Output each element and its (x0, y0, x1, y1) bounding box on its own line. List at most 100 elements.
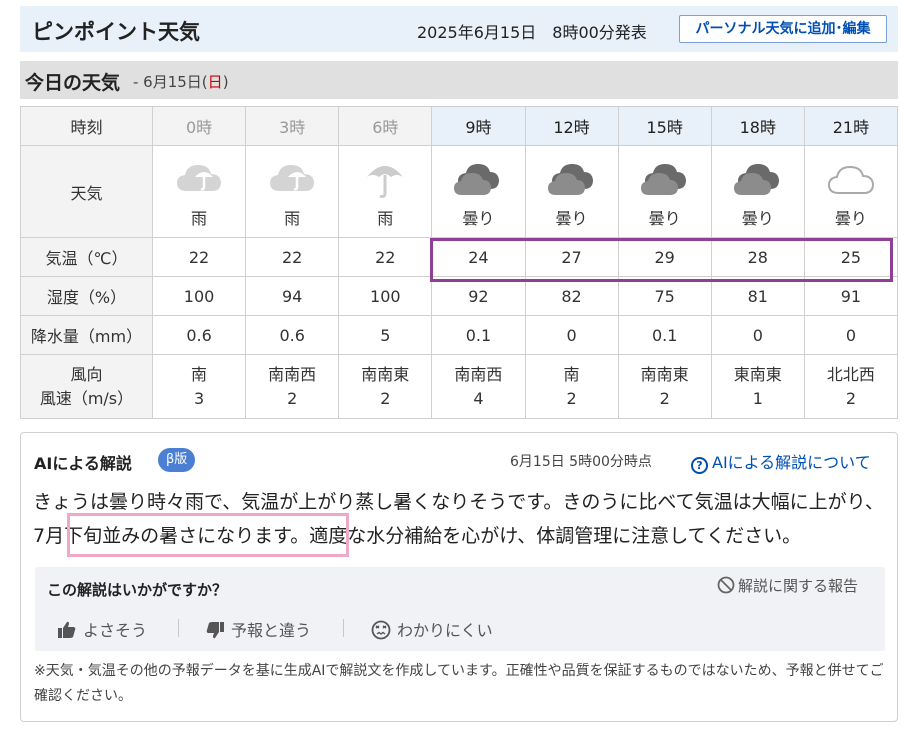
thumbs-up-icon (58, 621, 76, 638)
temperature-cell: 22 (245, 237, 340, 277)
weather-cell: 雨 (338, 145, 433, 238)
weather-label: 曇り (834, 208, 867, 228)
temperature-cell: 24 (431, 237, 526, 277)
wind-cell: 南南西 4 (431, 354, 526, 419)
wind-cell: 南南東 2 (617, 354, 712, 419)
double-cloud-icon (526, 155, 618, 201)
time-row: 時刻 0時 3時 6時 9時 12時 15時 18時 21時 (20, 106, 899, 146)
published-time: 2025年6月15日 8時00分発表 (417, 23, 647, 42)
today-title: 今日の天気 (25, 72, 121, 94)
wind-speed: 2 (287, 388, 298, 408)
weather-label: 曇り (648, 208, 681, 228)
row-label-humidity: 湿度（%） (20, 276, 153, 316)
ai-title: AIによる解説 (34, 454, 132, 473)
rain-row: 降水量（mm） 0.6 0.6 5 0.1 0 0.1 0 0 (20, 315, 899, 355)
time-cell: 6時 (338, 106, 433, 146)
page-title: ピンポイント天気 (32, 20, 200, 44)
wind-direction: 南 (563, 364, 580, 384)
ai-commentary-text: きょうは曇り時々雨で、気温が上がり蒸し暑くなりそうです。きのうに比べて気温は大幅… (33, 491, 884, 547)
hourly-weather-table: 時刻 0時 3時 6時 9時 12時 15時 18時 21時 天気 雨 雨 雨 曇り 曇り 曇り 曇り 曇り… (20, 106, 899, 419)
temperature-cell: 22 (338, 237, 433, 277)
humidity-cell: 91 (803, 276, 899, 316)
prohibit-icon (717, 576, 735, 594)
disclaimer-note: ※天気・気温その他の予報データを基に生成AIで解説文を作成しています。正確性や品… (34, 663, 884, 704)
temperature-cell: 25 (803, 237, 899, 277)
weather-cell: 雨 (245, 145, 340, 238)
rain-cell: 0 (710, 315, 805, 355)
double-cloud-icon (619, 155, 711, 201)
weather-cell: 曇り (710, 145, 805, 238)
row-label-time: 時刻 (20, 106, 153, 146)
wind-cell: 北北西 2 (803, 354, 899, 419)
umbrella-icon (339, 155, 431, 201)
report-link[interactable]: 解説に関する報告 (717, 575, 858, 596)
weather-label: 曇り (741, 208, 774, 228)
rain-cell: 0.1 (617, 315, 712, 355)
separator (178, 619, 179, 637)
wind-cell: 南南西 2 (245, 354, 340, 419)
wind-speed: 1 (752, 388, 763, 408)
cloud-umbrella-icon (153, 155, 245, 201)
separator (343, 619, 344, 637)
time-cell: 18時 (710, 106, 805, 146)
good-button[interactable]: よさそう (57, 617, 147, 641)
weather-label: 雨 (284, 208, 301, 228)
weather-cell: 曇り (431, 145, 526, 238)
weather-cell: 曇り (524, 145, 619, 238)
add-personal-weather-button[interactable]: パーソナル天気に追加･編集 (679, 15, 887, 43)
temperature-cell: 27 (524, 237, 619, 277)
temperature-row: 気温（℃） 22 22 22 24 27 29 28 25 (20, 237, 899, 277)
weather-cell: 曇り (803, 145, 899, 238)
double-cloud-icon (432, 155, 524, 201)
wind-direction: 南南西 (268, 364, 317, 384)
wind-direction: 南南西 (454, 364, 503, 384)
rain-cell: 0.1 (431, 315, 526, 355)
wind-direction: 南南東 (361, 364, 410, 384)
weather-label: 曇り (462, 208, 495, 228)
thumbs-down-icon (206, 622, 224, 639)
beta-badge: β版 (158, 448, 196, 472)
humidity-row: 湿度（%） 100 94 100 92 82 75 81 91 (20, 276, 899, 316)
humidity-cell: 92 (431, 276, 526, 316)
weather-label: 雨 (377, 208, 394, 228)
humidity-cell: 94 (245, 276, 340, 316)
wind-speed: 4 (473, 388, 484, 408)
wind-speed: 2 (659, 388, 670, 408)
weather-cell: 曇り (617, 145, 712, 238)
time-cell: 12時 (524, 106, 619, 146)
humidity-cell: 82 (524, 276, 619, 316)
weather-row: 天気 雨 雨 雨 曇り 曇り 曇り 曇り 曇り (20, 145, 899, 238)
wind-direction: 北北西 (826, 364, 875, 384)
page-header: ピンポイント天気 2025年6月15日 8時00分発表 パーソナル天気に追加･編… (20, 6, 898, 52)
rain-cell: 5 (338, 315, 433, 355)
rain-cell: 0 (803, 315, 899, 355)
wind-cell: 南3 (151, 354, 247, 419)
wind-speed: 2 (380, 388, 391, 408)
temperature-cell: 22 (151, 237, 247, 277)
rain-cell: 0.6 (245, 315, 340, 355)
weather-label: 雨 (191, 208, 208, 228)
feedback-question: この解説はいかがですか？ (47, 581, 228, 599)
row-label-weather: 天気 (20, 145, 153, 238)
unclear-button[interactable]: わかりにくい (371, 617, 493, 641)
time-cell: 21時 (803, 106, 899, 146)
temperature-cell: 29 (617, 237, 712, 277)
rain-cell: 0 (524, 315, 619, 355)
row-label-rain: 降水量（mm） (20, 315, 153, 355)
row-label-temp: 気温（℃） (20, 237, 153, 277)
humidity-cell: 100 (151, 276, 247, 316)
about-ai-link[interactable]: ? AIによる解説について (691, 449, 871, 474)
time-cell: 3時 (245, 106, 340, 146)
question-icon: ? (691, 457, 708, 474)
row-label-wind: 風向 風速（m/s） (20, 354, 153, 419)
wind-speed: 3 (193, 388, 205, 408)
cloud-umbrella-icon (246, 155, 338, 201)
today-date: - 6月15日(日) (133, 73, 229, 91)
wind-direction: 南南東 (640, 364, 689, 384)
time-cell: 15時 (617, 106, 712, 146)
humidity-cell: 75 (617, 276, 712, 316)
wind-row: 風向 風速（m/s） 南 3 南南西 2 南南東 2 南南西 4 南 2 南南東 2 東南東 1 北北西 2 (20, 354, 899, 419)
ai-commentary-panel: AIによる解説 β版 6月15日 5時00分時点 ? AIによる解説について きょ… (20, 432, 898, 722)
different-button[interactable]: 予報と違う (205, 617, 311, 641)
weather-cell: 雨 (151, 145, 247, 238)
